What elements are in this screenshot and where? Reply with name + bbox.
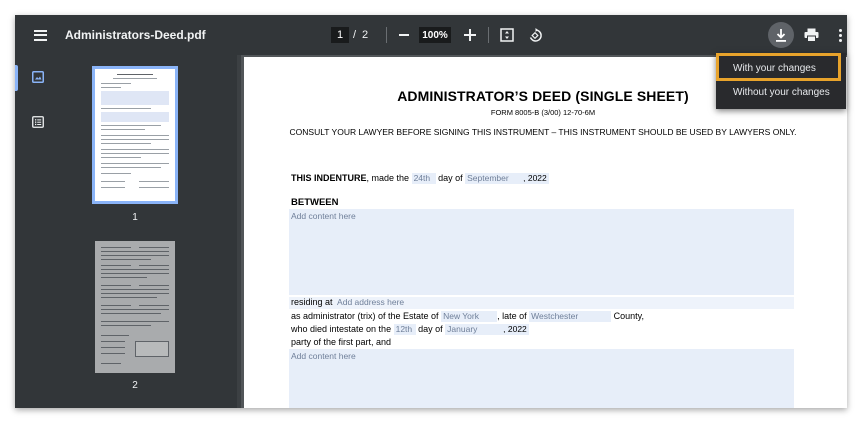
died-year-field[interactable]: , 2022 xyxy=(501,324,529,336)
minus-icon xyxy=(399,34,409,36)
zoom-input[interactable]: 100% xyxy=(419,15,451,55)
print-icon xyxy=(804,28,818,42)
address-field[interactable]: Add address here xyxy=(335,297,406,308)
form-number: FORM 8005-B (3/00) 12-70-6M xyxy=(490,108,596,117)
between-heading: BETWEEN xyxy=(291,197,339,208)
party-line: party of the first part, and xyxy=(291,337,392,347)
died-day-field[interactable]: 12th xyxy=(393,324,416,336)
made-the-text: , made the xyxy=(366,173,410,183)
zoom-in-button[interactable] xyxy=(462,15,478,55)
zoom-out-button[interactable] xyxy=(396,15,412,55)
menu-item-with-changes[interactable]: With your changes xyxy=(716,55,846,81)
outline-icon xyxy=(32,116,44,128)
content-field-grantor[interactable]: Add content here xyxy=(289,209,794,295)
content-placeholder: Add content here xyxy=(291,351,356,361)
died-line: who died intestate on the 12th day of Ja… xyxy=(291,324,529,336)
month-field[interactable]: September xyxy=(465,173,522,185)
content-placeholder: Add content here xyxy=(291,211,356,221)
day-of-text: day of xyxy=(438,173,463,183)
thumbnails-icon xyxy=(32,71,44,83)
late-of-text: , late of xyxy=(497,311,527,321)
rotate-button[interactable] xyxy=(526,15,544,55)
sidebar-rail xyxy=(15,55,63,408)
county-text: County, xyxy=(613,311,644,321)
died-day-of-text: day of xyxy=(418,324,443,334)
menu-icon xyxy=(33,29,47,41)
thumbnail-panel: 1 2 xyxy=(63,55,237,408)
more-vert-icon xyxy=(838,27,842,44)
consult-notice: CONSULT YOUR LAWYER BEFORE SIGNING THIS … xyxy=(289,127,797,137)
plus-icon xyxy=(464,29,476,41)
thumbnails-tab[interactable] xyxy=(32,70,44,88)
died-text: who died intestate on the xyxy=(291,324,392,334)
fit-to-page-button[interactable] xyxy=(498,15,516,55)
administrator-line: as administrator (trix) of the Estate of… xyxy=(291,311,644,323)
thumbnail-label: 2 xyxy=(132,380,138,391)
thumbnail-label: 1 xyxy=(132,212,138,223)
residing-line: residing at Add address here xyxy=(291,297,406,308)
rotate-icon xyxy=(529,27,542,42)
late-of-field[interactable]: Westchester xyxy=(529,311,612,323)
current-page-value[interactable]: 1 xyxy=(331,27,349,43)
page-separator: / xyxy=(353,29,357,41)
indenture-label: THIS INDENTURE xyxy=(291,173,367,183)
year-field[interactable]: , 2022 xyxy=(521,173,549,185)
indenture-line: THIS INDENTURE, made the 24th day of Sep… xyxy=(291,173,549,185)
content-field-grantee[interactable]: Add content here xyxy=(289,349,794,408)
page-thumbnail-1[interactable] xyxy=(92,66,178,204)
total-pages: 2 xyxy=(362,29,369,41)
toolbar-divider xyxy=(488,27,489,43)
more-options-button[interactable] xyxy=(835,15,845,55)
toolbar-divider xyxy=(386,27,387,43)
estate-field[interactable]: New York xyxy=(441,311,498,323)
active-indicator xyxy=(15,65,18,91)
day-field[interactable]: 24th xyxy=(411,173,436,185)
zoom-value[interactable]: 100% xyxy=(419,27,451,43)
outline-tab[interactable] xyxy=(32,115,44,133)
residing-text: residing at xyxy=(291,297,333,307)
page-thumbnail-2[interactable] xyxy=(95,241,175,373)
menu-item-without-changes[interactable]: Without your changes xyxy=(716,79,846,105)
page-number-input[interactable]: 1 xyxy=(331,15,349,55)
print-button[interactable] xyxy=(801,15,821,55)
download-menu: With your changes Without your changes xyxy=(716,53,846,109)
menu-button[interactable] xyxy=(27,15,53,55)
toolbar: Administrators-Deed.pdf 1 / 2 100% xyxy=(15,15,847,55)
download-button[interactable] xyxy=(768,15,794,55)
admin-text: as administrator (trix) of the Estate of xyxy=(291,311,439,321)
pdf-page: ADMINISTRATOR’S DEED (SINGLE SHEET) FORM… xyxy=(244,57,847,408)
panel-divider xyxy=(237,55,241,408)
fit-page-icon xyxy=(500,28,514,42)
died-month-field[interactable]: January xyxy=(445,324,502,336)
document-title: Administrators-Deed.pdf xyxy=(65,28,206,42)
download-icon xyxy=(776,28,786,42)
